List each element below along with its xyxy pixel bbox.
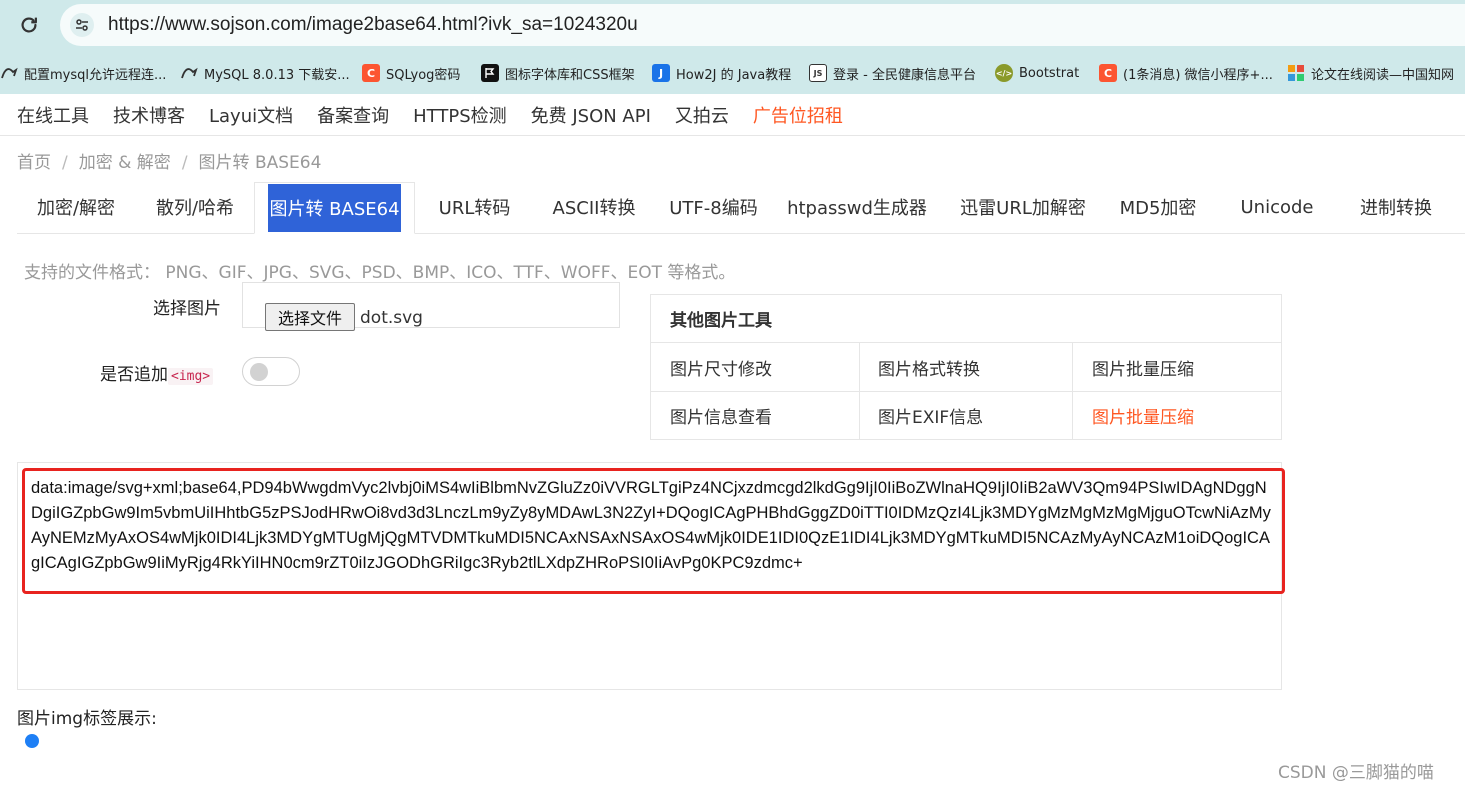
tab-encrypt-decrypt[interactable]: 加密/解密	[17, 182, 135, 232]
url-text[interactable]: https://www.sojson.com/image2base64.html…	[108, 14, 638, 36]
bookmark-item[interactable]: 图标字体库和CSS框架	[481, 62, 635, 84]
append-img-label: 是否追加 <img>	[100, 360, 214, 385]
js-file-icon: JS	[809, 64, 827, 82]
tool-tabs: 加密/解密 散列/哈希 图片转 BASE64 URL转码 ASCII转换 UTF…	[17, 182, 1465, 234]
tab-radix[interactable]: 进制转换	[1343, 182, 1449, 232]
nav-link-blog[interactable]: 技术博客	[113, 102, 185, 128]
bookmark-item[interactable]: JS 登录 - 全民健康信息平台	[809, 62, 976, 84]
tool-link-image-info[interactable]: 图片信息查看	[651, 391, 772, 439]
bookmarks-bar: 配置mysql允许远程连... MySQL 8.0.13 下载安... C SQ…	[0, 52, 1465, 94]
address-bar[interactable]: https://www.sojson.com/image2base64.html…	[60, 4, 1465, 46]
file-name: dot.svg	[360, 308, 423, 328]
bootstrap-icon: </>	[995, 64, 1013, 82]
breadcrumb-crypto[interactable]: 加密 & 解密	[79, 153, 171, 173]
bookmark-label: (1条消息) 微信小程序+...	[1123, 67, 1273, 83]
tab-unicode[interactable]: Unicode	[1211, 182, 1343, 232]
nav-link-online-tools[interactable]: 在线工具	[17, 102, 89, 128]
tab-thunder-url[interactable]: 迅雷URL加解密	[941, 182, 1105, 232]
nav-link-https-check[interactable]: HTTPS检测	[413, 102, 507, 128]
bookmark-item[interactable]: 论文在线阅读—中国知网	[1287, 62, 1454, 84]
bookmark-label: 配置mysql允许远程连...	[24, 67, 167, 83]
nav-link-json-api[interactable]: 免费 JSON API	[531, 102, 651, 128]
csdn-c-icon: C	[1099, 64, 1117, 82]
site-settings-icon[interactable]	[70, 13, 94, 37]
browser-toolbar: https://www.sojson.com/image2base64.html…	[0, 0, 1465, 52]
tools-title: 其他图片工具	[651, 295, 1281, 343]
bookmark-item[interactable]: C SQLyog密码	[362, 62, 460, 84]
bookmark-item[interactable]: MySQL 8.0.13 下载安...	[180, 62, 350, 84]
tab-ascii[interactable]: ASCII转换	[534, 182, 654, 232]
tab-url-encode[interactable]: URL转码	[415, 182, 534, 232]
tab-utf8[interactable]: UTF-8编码	[654, 182, 773, 232]
file-input[interactable]: 选择文件 dot.svg	[242, 282, 620, 331]
bookmark-label: MySQL 8.0.13 下载安...	[204, 67, 350, 83]
how2j-icon: J	[652, 64, 670, 82]
tool-link-resize[interactable]: 图片尺寸修改	[651, 343, 772, 391]
mysql-dolphin-icon	[180, 64, 198, 82]
bookmark-item[interactable]: 配置mysql允许远程连...	[0, 62, 166, 84]
bookmark-item[interactable]: J How2J 的 Java教程	[652, 62, 791, 84]
nav-link-ad[interactable]: 广告位招租	[753, 102, 843, 128]
choose-file-button[interactable]: 选择文件	[265, 303, 355, 331]
tab-image-base64[interactable]: 图片转 BASE64	[254, 182, 415, 234]
bookmark-label: How2J 的 Java教程	[676, 67, 792, 83]
supported-formats-note: 支持的文件格式： PNG、GIF、JPG、SVG、PSD、BMP、ICO、TTF…	[24, 263, 736, 283]
csdn-watermark: CSDN @三脚猫的喵	[1278, 763, 1434, 783]
tab-md5[interactable]: MD5加密	[1105, 182, 1211, 232]
toggle-knob	[250, 363, 268, 381]
choose-image-label: 选择图片	[153, 299, 221, 319]
tab-htpasswd[interactable]: htpasswd生成器	[773, 182, 941, 232]
nav-link-layui-docs[interactable]: Layui文档	[209, 102, 293, 128]
bookmark-label: Bootstrat	[1019, 65, 1080, 81]
bookmark-item[interactable]: C (1条消息) 微信小程序+...	[1099, 62, 1273, 84]
tool-link-format-convert[interactable]: 图片格式转换	[859, 343, 980, 391]
tool-link-batch-compress-ad[interactable]: 图片批量压缩	[1073, 391, 1194, 439]
breadcrumb-home[interactable]: 首页	[17, 153, 51, 173]
flag-icon	[481, 64, 499, 82]
tool-link-batch-compress[interactable]: 图片批量压缩	[1073, 343, 1194, 391]
tool-link-exif[interactable]: 图片EXIF信息	[859, 391, 983, 439]
csdn-c-icon: C	[362, 64, 380, 82]
bookmark-label: SQLyog密码	[386, 67, 461, 83]
other-image-tools: 其他图片工具 图片尺寸修改 图片格式转换 图片批量压缩 图片信息查看 图片EXI…	[650, 294, 1282, 440]
bookmark-label: 登录 - 全民健康信息平台	[833, 67, 976, 83]
nav-link-icp-query[interactable]: 备案查询	[317, 102, 389, 128]
mysql-dolphin-icon	[0, 64, 18, 82]
breadcrumb-current: 图片转 BASE64	[198, 153, 322, 173]
img-preview-label: 图片img标签展示:	[17, 709, 157, 729]
nav-link-upyun[interactable]: 又拍云	[675, 102, 729, 128]
bookmark-item[interactable]: </> Bootstrat	[995, 62, 1079, 84]
bookmark-label: 图标字体库和CSS框架	[505, 67, 635, 83]
reload-icon[interactable]	[14, 10, 44, 40]
site-nav: 在线工具 技术博客 Layui文档 备案查询 HTTPS检测 免费 JSON A…	[0, 94, 1465, 136]
preview-dot-image	[25, 734, 39, 748]
base64-output-text: data:image/svg+xml;base64,PD94bWwgdmVyc2…	[31, 479, 1271, 572]
append-img-toggle[interactable]	[242, 357, 300, 386]
bookmark-label: 论文在线阅读—中国知网	[1311, 67, 1455, 83]
breadcrumb: 首页 / 加密 & 解密 / 图片转 BASE64	[17, 153, 322, 173]
img-tag-code: <img>	[168, 368, 214, 385]
cnki-grid-icon	[1287, 64, 1305, 82]
tab-hash[interactable]: 散列/哈希	[135, 182, 255, 232]
